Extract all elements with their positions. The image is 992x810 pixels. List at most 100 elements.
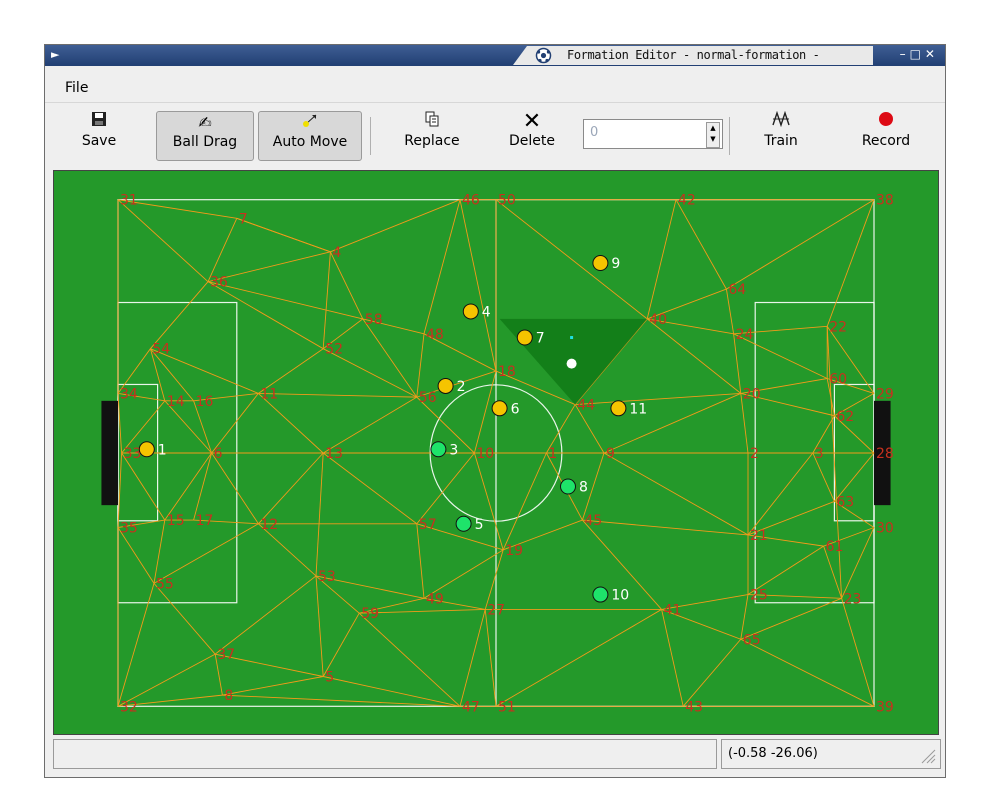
mesh-edge xyxy=(164,452,212,521)
train-button[interactable]: Train xyxy=(751,110,811,161)
vertex-label: 55 xyxy=(156,576,174,592)
mesh-edge xyxy=(362,318,418,398)
mesh-edge xyxy=(416,523,425,599)
vertex-label: 61 xyxy=(826,539,844,555)
vertex-label: 40 xyxy=(649,312,667,328)
player-marker xyxy=(462,303,479,320)
mesh-edge xyxy=(358,612,461,707)
mesh-edge xyxy=(322,612,360,677)
player-yellow-9[interactable]: 9 xyxy=(592,255,620,273)
player-number: 8 xyxy=(579,480,588,496)
player-yellow-4[interactable]: 4 xyxy=(462,303,491,321)
menu-bar: File xyxy=(45,66,945,102)
mesh-edge xyxy=(661,609,684,707)
replace-button[interactable]: Replace xyxy=(389,111,475,161)
vertex-label: 1 xyxy=(548,446,557,462)
floppy-disk-icon xyxy=(69,111,129,133)
mesh-edge xyxy=(330,199,461,253)
mesh-edge xyxy=(315,575,324,677)
mesh-edge xyxy=(603,392,741,454)
player-number: 11 xyxy=(629,401,647,417)
spin-arrows-icon[interactable]: ▲ ▼ xyxy=(706,122,720,148)
player-yellow-2[interactable]: 2 xyxy=(437,377,466,395)
player-green-10[interactable]: 10 xyxy=(592,586,629,604)
mesh-edge xyxy=(502,452,547,551)
player-marker xyxy=(592,586,609,603)
ball[interactable] xyxy=(566,358,577,369)
formation-field-canvas[interactable]: 31 7 4 46 50 42 38 36 64 58 48 40 22 24 54 52 60 18 34 14 16… xyxy=(53,170,939,735)
status-coordinates: (-0.58 -26.06) xyxy=(721,739,941,769)
record-button[interactable]: Record xyxy=(851,111,921,161)
pitch-svg[interactable]: 317446 50 42 3836 64584840 222454 52601834 14 16… xyxy=(54,171,938,734)
vertex-label: 46 xyxy=(462,193,480,209)
vertex-label: 24 xyxy=(736,327,754,343)
vertex-label: 12 xyxy=(260,517,278,533)
mesh-edge xyxy=(322,396,418,454)
copy-icon xyxy=(389,111,475,133)
mesh-edge xyxy=(495,609,662,707)
player-marker xyxy=(516,329,533,346)
vertex-label: 3 xyxy=(815,446,824,462)
mesh-edge xyxy=(322,251,331,349)
vertex-label: 39 xyxy=(876,699,894,715)
mesh-edge xyxy=(121,452,166,521)
player-marker xyxy=(560,478,576,495)
mesh-edge xyxy=(222,676,324,696)
window-controls[interactable]: –□✕ xyxy=(900,47,939,61)
vertex-label: 9 xyxy=(606,446,615,462)
player-marker xyxy=(491,400,508,417)
mesh-edge xyxy=(495,199,648,320)
mesh-edge xyxy=(222,694,461,707)
player-yellow-11[interactable]: 11 xyxy=(610,400,647,418)
record-dot-icon xyxy=(851,111,921,133)
mesh-edge xyxy=(150,281,209,349)
close-x-icon: ✕ xyxy=(522,109,542,134)
mesh-edge xyxy=(315,452,324,576)
auto-move-button[interactable]: Auto Move xyxy=(258,111,362,161)
save-button[interactable]: Save xyxy=(69,111,129,161)
title-bar: ► Formation Editor - normal-formation - … xyxy=(45,45,945,66)
player-marker xyxy=(138,441,155,458)
status-bar: (-0.58 -26.06) xyxy=(45,737,945,777)
vertex-labels: 317446 50 42 3836 64584840 222454 52601834 14 16… xyxy=(120,193,894,716)
vertex-label: 42 xyxy=(678,193,696,209)
player-number: 9 xyxy=(611,256,620,272)
mesh-edge xyxy=(323,676,461,707)
status-message xyxy=(53,739,717,769)
mesh-edge xyxy=(207,281,324,350)
player-green-8[interactable]: 8 xyxy=(560,478,588,496)
vertex-label: 28 xyxy=(876,446,894,462)
player-marker xyxy=(437,377,454,394)
resize-grip-icon[interactable] xyxy=(918,746,936,764)
ball-drag-button[interactable]: ✍ Ball Drag xyxy=(156,111,254,161)
mesh-edge xyxy=(646,318,742,394)
window-menu-icon[interactable]: ► xyxy=(51,48,59,61)
player-number: 5 xyxy=(475,517,484,533)
index-spinbox[interactable]: 0 ▲ ▼ xyxy=(583,119,723,149)
mesh-edge xyxy=(153,523,259,584)
vertex-label: 4 xyxy=(332,245,341,261)
player-green-5[interactable]: 5 xyxy=(455,515,484,533)
delete-button[interactable]: ✕ Delete xyxy=(495,111,569,161)
players-layer[interactable]: 1246791135810 xyxy=(138,255,647,604)
player-yellow-1[interactable]: 1 xyxy=(138,441,167,459)
player-marker xyxy=(430,441,447,458)
left-goal xyxy=(101,400,118,506)
record-label: Record xyxy=(861,133,911,149)
mesh-edge xyxy=(211,393,259,454)
vertex-label: 64 xyxy=(728,282,746,298)
vertex-label: 11 xyxy=(260,386,278,402)
player-yellow-6[interactable]: 6 xyxy=(491,400,520,418)
vertex-label: 50 xyxy=(498,193,516,209)
mesh-edge xyxy=(236,217,331,253)
vertex-label: 33 xyxy=(124,446,142,462)
arrow-cursor-icon xyxy=(259,112,361,134)
player-green-3[interactable]: 3 xyxy=(430,441,458,459)
menu-file[interactable]: File xyxy=(65,80,88,96)
vertex-label: 35 xyxy=(120,521,138,537)
toolbar: Save ✍ Ball Drag Auto Move Replace ✕ Del… xyxy=(45,102,945,167)
formation-editor-window: ► Formation Editor - normal-formation - … xyxy=(44,44,946,778)
vertex-label: 60 xyxy=(829,372,847,388)
mesh-edge xyxy=(841,598,875,707)
save-label: Save xyxy=(81,133,117,149)
